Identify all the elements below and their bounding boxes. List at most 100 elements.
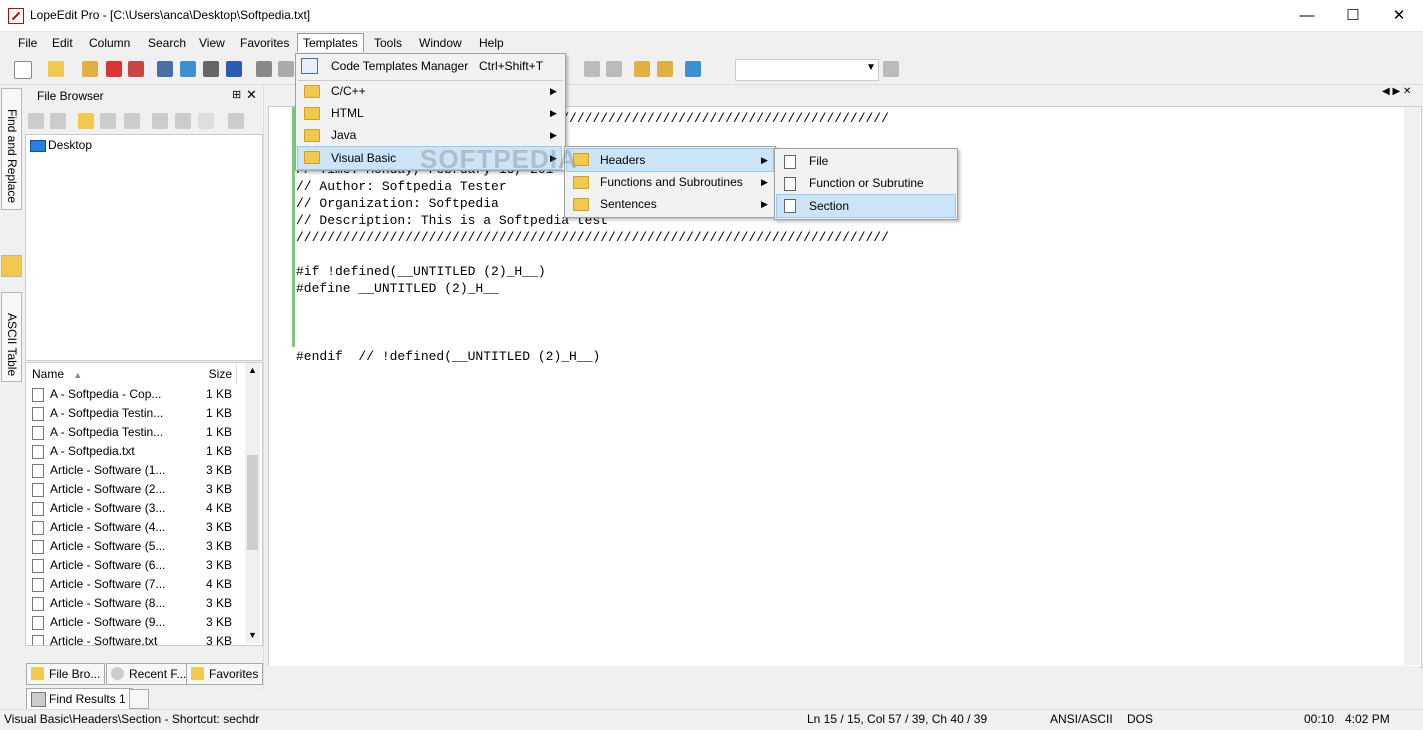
- file-row[interactable]: Article - Software (9... 3 KB: [26, 613, 236, 632]
- fb-refresh-icon[interactable]: [50, 113, 66, 129]
- toolbar-tool-icon-1[interactable]: [584, 61, 600, 77]
- file-row[interactable]: A - Softpedia.txt 1 KB: [26, 442, 236, 461]
- fb-filter-icon[interactable]: [100, 113, 116, 129]
- menu-item-function-or-subrutine[interactable]: Function or Subrutine: [776, 172, 956, 194]
- fb-folder-icon[interactable]: [78, 113, 94, 129]
- close-all-icon[interactable]: [128, 61, 144, 77]
- file-row[interactable]: Article - Software (6... 3 KB: [26, 556, 236, 575]
- file-list-scroll-thumb[interactable]: [247, 455, 258, 550]
- file-size: 4 KB: [206, 577, 233, 591]
- column-name-header[interactable]: Name ▲: [26, 364, 171, 384]
- menu-item-cpp[interactable]: C/C++ ▶: [297, 80, 562, 102]
- file-row[interactable]: Article - Software (4... 3 KB: [26, 518, 236, 537]
- side-tab-find-replace[interactable]: Find and Replace: [1, 88, 22, 210]
- new-file-icon[interactable]: [14, 61, 32, 79]
- save-as-icon[interactable]: [180, 61, 196, 77]
- panel-close-icon[interactable]: ✕: [246, 87, 257, 103]
- menu-item-functions-subroutines[interactable]: Functions and Subroutines ▶: [566, 171, 774, 193]
- menu-search[interactable]: Search: [143, 34, 191, 52]
- file-row[interactable]: A - Softpedia - Cop... 1 KB: [26, 385, 236, 404]
- status-clock: 4:02 PM: [1345, 712, 1390, 726]
- toolbar-tool-icon-6[interactable]: [883, 61, 899, 77]
- menu-help[interactable]: Help: [474, 34, 509, 52]
- editor-vertical-scrollbar[interactable]: [1404, 107, 1420, 665]
- save-copy-icon[interactable]: [203, 61, 219, 77]
- fb-rename-icon[interactable]: [124, 113, 140, 129]
- menu-item-java[interactable]: Java ▶: [297, 124, 562, 146]
- menu-item-section[interactable]: Section: [776, 194, 956, 218]
- menu-item-file[interactable]: File: [776, 150, 956, 172]
- file-size: 1 KB: [206, 387, 233, 401]
- toolbar-tool-icon-2[interactable]: [606, 61, 622, 77]
- maximize-button[interactable]: ☐: [1330, 0, 1376, 31]
- menu-edit[interactable]: Edit: [47, 34, 78, 52]
- submenu-arrow-icon: ▶: [550, 86, 557, 96]
- toolbar-combo[interactable]: [735, 59, 879, 81]
- menu-view[interactable]: View: [194, 34, 230, 52]
- document-icon: [32, 539, 44, 554]
- file-row[interactable]: Article - Software (3... 4 KB: [26, 499, 236, 518]
- file-row[interactable]: Article - Software (8... 3 KB: [26, 594, 236, 613]
- editor-horizontal-scrollbar[interactable]: [268, 666, 1420, 682]
- tab-favorites[interactable]: Favorites: [186, 663, 264, 685]
- fb-back-icon[interactable]: [28, 113, 44, 129]
- desktop-icon: [30, 140, 46, 152]
- fb-move-icon[interactable]: [175, 113, 191, 129]
- menu-item-headers[interactable]: Headers ▶: [566, 148, 774, 172]
- find-results-secondary-tab-icon[interactable]: [129, 689, 149, 709]
- menu-item-code-templates-manager[interactable]: Code Templates Manager Ctrl+Shift+T: [297, 55, 562, 77]
- combo-dropdown-icon[interactable]: ▼: [866, 62, 876, 73]
- scroll-up-icon[interactable]: ▲: [248, 365, 257, 375]
- toolbar-tool-icon-3[interactable]: [634, 61, 650, 77]
- document-icon: [784, 155, 796, 169]
- save-icon[interactable]: [157, 61, 173, 77]
- menu-favorites[interactable]: Favorites: [235, 34, 294, 52]
- column-size-header[interactable]: Size: [166, 364, 237, 384]
- side-tab-templates-icon[interactable]: [1, 255, 22, 277]
- print-icon[interactable]: [256, 61, 272, 77]
- tab-recent-files[interactable]: Recent F...: [106, 663, 192, 685]
- scroll-down-icon[interactable]: ▼: [248, 630, 257, 640]
- side-tab-ascii-table[interactable]: ASCII Table: [1, 292, 22, 382]
- tab-file-browser[interactable]: File Bro...: [26, 663, 106, 685]
- pin-icon[interactable]: ⊞: [232, 88, 241, 101]
- tab-find-results[interactable]: Find Results 1: [26, 688, 133, 710]
- file-row[interactable]: A - Softpedia Testin... 1 KB: [26, 423, 236, 442]
- toolbar-tool-icon-5[interactable]: [685, 61, 701, 77]
- save-all-icon[interactable]: [226, 61, 242, 77]
- fb-favorite-star-icon[interactable]: [198, 113, 214, 129]
- visual-basic-submenu: Headers ▶ Functions and Subroutines ▶ Se…: [564, 146, 776, 218]
- document-icon: [32, 406, 44, 421]
- file-row[interactable]: A - Softpedia Testin... 1 KB: [26, 404, 236, 423]
- file-browser-tab-icon: [31, 667, 44, 680]
- menu-window[interactable]: Window: [414, 34, 467, 52]
- menu-column[interactable]: Column: [84, 34, 135, 52]
- menu-item-html[interactable]: HTML ▶: [297, 102, 562, 124]
- menu-file[interactable]: File: [13, 34, 42, 52]
- menu-templates[interactable]: Templates: [297, 33, 364, 52]
- file-row[interactable]: Article - Software (7... 4 KB: [26, 575, 236, 594]
- tree-item-desktop[interactable]: Desktop: [48, 138, 92, 152]
- file-row[interactable]: Article - Software (2... 3 KB: [26, 480, 236, 499]
- status-encoding: ANSI/ASCII: [1050, 712, 1113, 726]
- print-preview-icon[interactable]: [278, 61, 294, 77]
- open-folder-icon[interactable]: [82, 61, 98, 77]
- menu-item-label: File: [809, 154, 829, 168]
- file-name: Article - Software (7...: [50, 577, 166, 591]
- file-browser-title: File Browser: [37, 89, 104, 103]
- fb-copy-icon[interactable]: [152, 113, 168, 129]
- fb-options-icon[interactable]: [228, 113, 244, 129]
- close-file-icon[interactable]: [106, 61, 122, 77]
- code-line: // Organization: Softpedia: [296, 196, 499, 211]
- toolbar-tool-icon-4[interactable]: [657, 61, 673, 77]
- file-row[interactable]: Article - Software.txt 3 KB: [26, 632, 236, 645]
- editor-tab-navigation[interactable]: ◀ ▶ ✕: [1382, 86, 1411, 97]
- close-button[interactable]: ✕: [1376, 0, 1422, 31]
- file-row[interactable]: Article - Software (1... 3 KB: [26, 461, 236, 480]
- menu-item-label: Section: [809, 199, 850, 213]
- open-file-icon[interactable]: [48, 61, 64, 77]
- menu-item-sentences[interactable]: Sentences ▶: [566, 193, 774, 215]
- minimize-button[interactable]: —: [1284, 0, 1330, 31]
- file-row[interactable]: Article - Software (5... 3 KB: [26, 537, 236, 556]
- menu-tools[interactable]: Tools: [369, 34, 407, 52]
